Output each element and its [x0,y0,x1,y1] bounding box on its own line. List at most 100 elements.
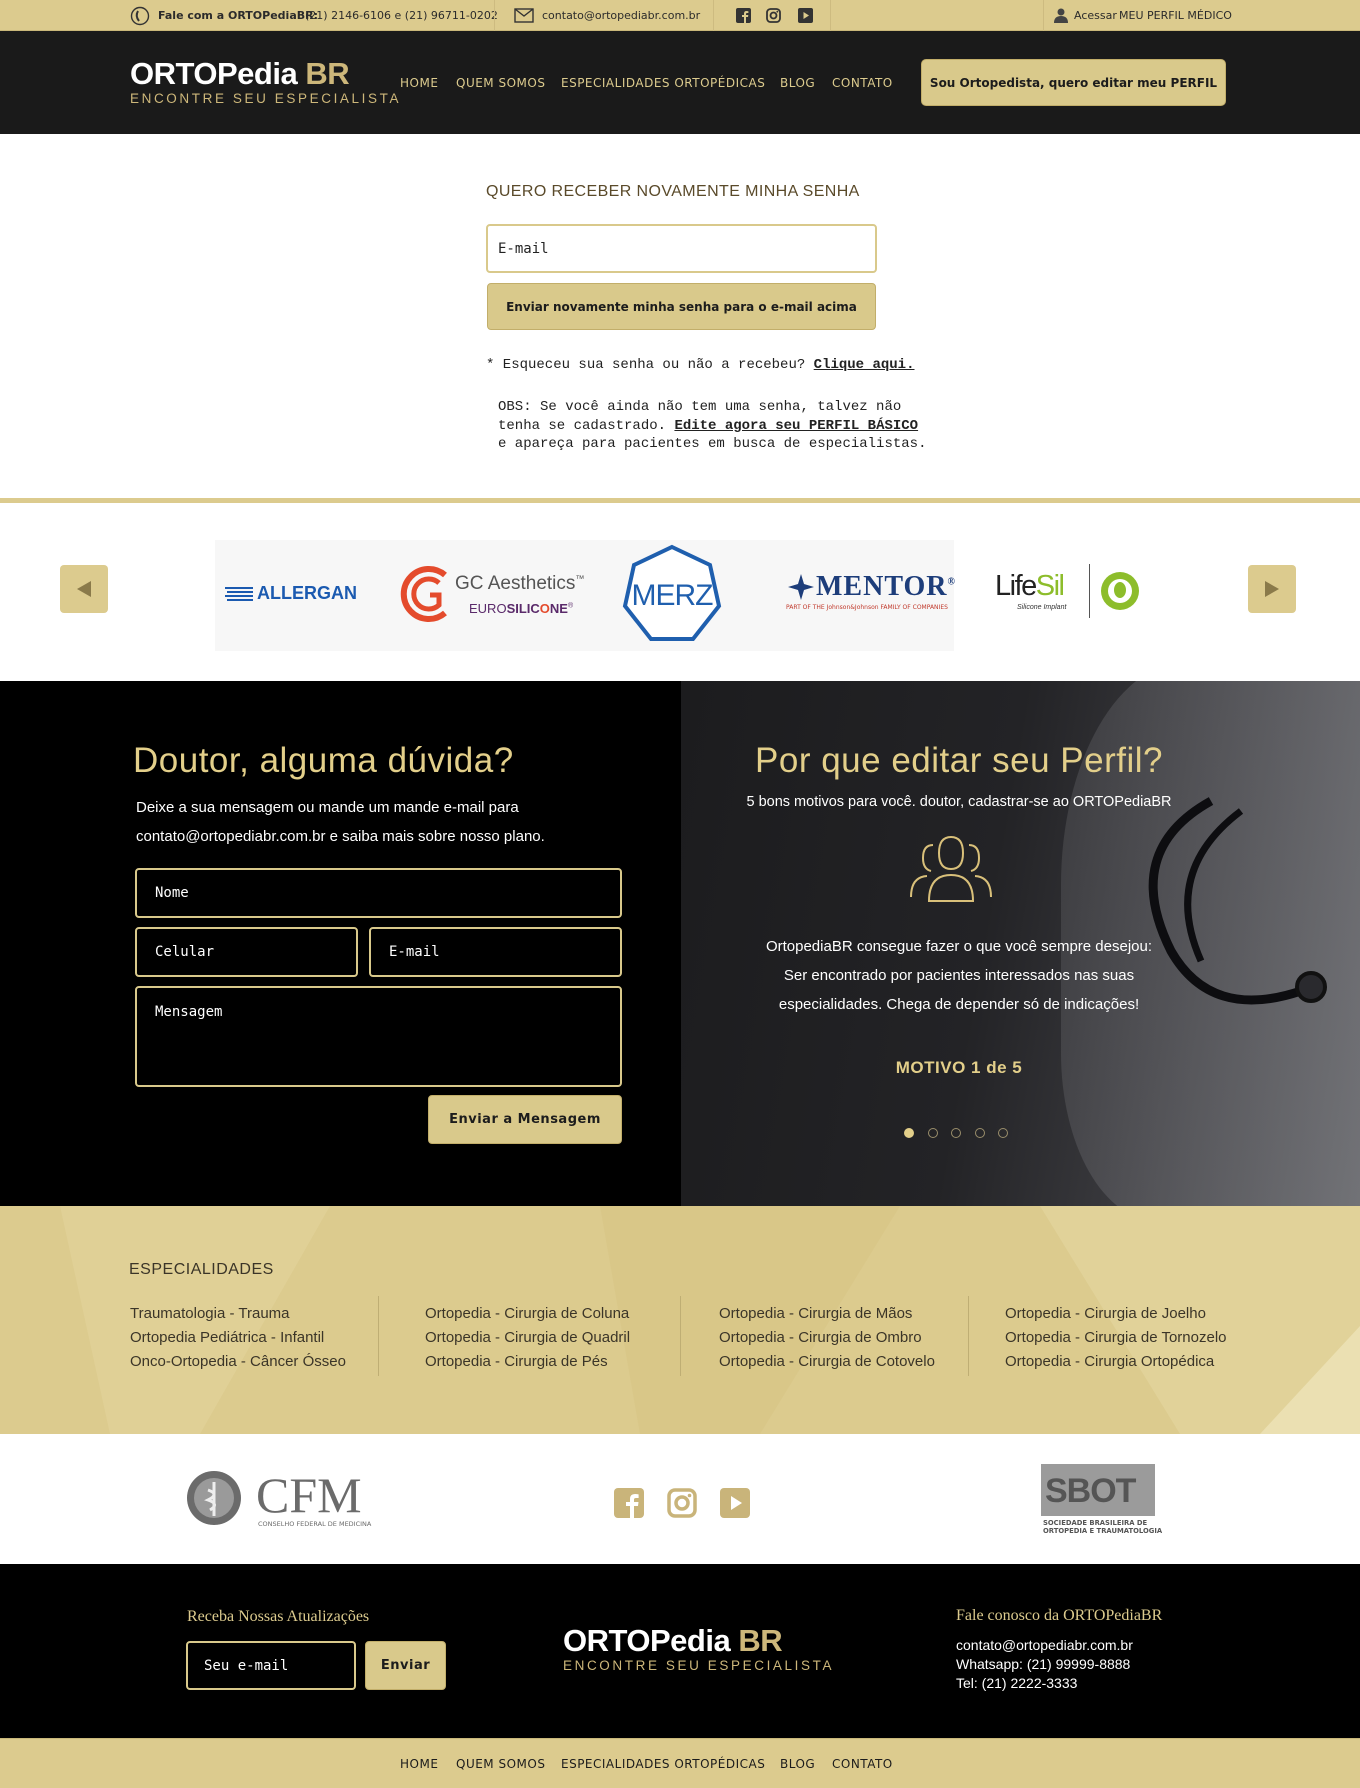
specialties-title: ESPECIALIDADES [129,1261,274,1278]
specialty-link[interactable]: Ortopedia - Cirurgia de Joelho [1005,1302,1227,1326]
specialty-link[interactable]: Onco-Ortopedia - Câncer Ósseo [130,1350,346,1374]
footer: Receba Nossas Atualizações Seu e-mail En… [0,1564,1360,1738]
phone-input[interactable]: Celular [135,927,358,977]
name-input[interactable]: Nome [135,868,622,918]
arrow-right-icon [1265,581,1279,597]
arrow-left-icon [77,581,91,597]
recover-title: QUERO RECEBER NOVAMENTE MINHA SENHA [486,183,860,200]
obs-note: OBS: Se você ainda não tem uma senha, ta… [498,399,927,452]
footer-nav-contato[interactable]: CONTATO [832,1757,893,1771]
lifesil-logo[interactable]: LifeSil Silicone Implant [985,550,1153,632]
instagram-icon[interactable] [667,1488,697,1518]
footer-email[interactable]: contato@ortopediabr.com.br [956,1636,1133,1655]
lifesil-mark-icon [1101,572,1139,610]
access-label[interactable]: Acessar [1074,9,1117,22]
forgot-password-text: * Esqueceu sua senha ou não a recebeu? C… [486,357,915,373]
specialty-link[interactable]: Ortopedia - Cirurgia de Tornozelo [1005,1326,1227,1350]
specialty-link[interactable]: Ortopedia - Cirurgia de Mãos [719,1302,935,1326]
footer-nav-especialidades[interactable]: ESPECIALIDADES ORTOPÉDICAS [561,1757,765,1771]
user-icon [1054,8,1068,23]
gold-divider [0,498,1360,503]
footer-nav-blog[interactable]: BLOG [780,1757,815,1771]
footer-logo[interactable]: ORTOPedia BR ENCONTRE SEU ESPECIALISTA [563,1623,834,1673]
column-divider [968,1296,969,1376]
merz-logo[interactable]: MERZ [619,543,725,649]
carousel-next-button[interactable] [1248,565,1296,613]
sbot-logo[interactable]: SBOT SOCIEDADE BRASILEIRA DE ORTOPEDIA E… [1041,1464,1162,1540]
contact-intro: Deixe a sua mensagem ou mande um mande e… [136,799,545,845]
column-divider [378,1296,379,1376]
divider [830,0,831,31]
my-profile-link[interactable]: MEU PERFIL MÉDICO [1119,9,1232,22]
specialty-link[interactable]: Ortopedia - Cirurgia de Coluna [425,1302,630,1326]
contact-label: Fale com a ORTOPediaBR: [158,9,318,22]
newsletter-title: Receba Nossas Atualizações [187,1608,370,1625]
mail-icon [514,8,534,23]
divider [1043,0,1044,31]
forgot-password-link[interactable]: Clique aqui. [814,357,915,373]
youtube-icon[interactable] [720,1488,750,1518]
email-input[interactable]: E-mail [369,927,622,977]
motivo-counter: MOTIVO 1 de 5 [895,1058,1023,1077]
nav-blog[interactable]: BLOG [780,76,815,90]
edit-profile-cta-button[interactable]: Sou Ortopedista, quero editar meu PERFIL [921,59,1226,106]
specialty-link[interactable]: Traumatologia - Trauma [130,1302,346,1326]
footer-tel: Tel: (21) 2222-3333 [956,1675,1078,1691]
footer-nav: HOME QUEM SOMOS ESPECIALIDADES ORTOPÉDIC… [0,1738,1360,1788]
send-message-button[interactable]: Enviar a Mensagem [428,1095,622,1144]
nav-home[interactable]: HOME [400,76,438,90]
footer-contact-info: contato@ortopediabr.com.br Whatsapp: (21… [956,1636,1133,1693]
contact-phones: (21) 2146-6106 e (21) 96711-0202 [305,9,498,22]
mentor-star-icon [788,574,814,600]
specialties-column: Ortopedia - Cirurgia de Coluna Ortopedia… [425,1302,630,1374]
specialty-link[interactable]: Ortopedia - Cirurgia de Ombro [719,1326,935,1350]
column-divider [680,1296,681,1376]
facebook-icon[interactable] [614,1488,644,1518]
specialty-link[interactable]: Ortopedia - Cirurgia de Pés [425,1350,630,1374]
instagram-icon[interactable] [766,8,781,23]
social-links [614,1488,750,1518]
message-textarea[interactable]: Mensagem [135,986,622,1087]
newsletter-email-input[interactable]: Seu e-mail [186,1641,356,1690]
slider-dot-3[interactable] [951,1128,961,1138]
contact-panel: Doutor, alguma dúvida? Deixe a sua mensa… [0,681,681,1206]
site-logo[interactable]: ORTOPedia BR ENCONTRE SEU ESPECIALISTA [130,56,401,106]
footer-nav-quem-somos[interactable]: QUEM SOMOS [456,1757,545,1771]
partners-carousel: ALLERGAN GC Aesthetics™ EUROSILICONE® ME… [215,540,1153,651]
nav-quem-somos[interactable]: QUEM SOMOS [456,76,545,90]
slider-dot-4[interactable] [974,1128,985,1138]
edit-basic-profile-link[interactable]: Edite agora seu PERFIL BÁSICO [674,418,918,434]
slider-dot-1[interactable] [904,1128,914,1138]
site-header: ORTOPedia BR ENCONTRE SEU ESPECIALISTA H… [0,31,1360,134]
users-group-icon [910,835,992,902]
contact-email-link[interactable]: contato@ortopediabr.com.br [542,9,700,22]
recover-submit-button[interactable]: Enviar novamente minha senha para o e-ma… [487,283,876,330]
phone-icon [130,6,150,26]
facebook-icon[interactable] [736,8,751,23]
footer-whatsapp: Whatsapp: (21) 99999-8888 [956,1656,1131,1672]
cfm-emblem-icon [187,1471,241,1525]
allergan-mark-icon [225,586,253,601]
footer-contact-title: Fale conosco da ORTOPediaBR [956,1607,1163,1624]
why-title: Por que editar seu Perfil? [755,741,1163,780]
top-bar: Fale com a ORTOPediaBR: (21) 2146-6106 e… [0,0,1360,31]
allergan-logo[interactable]: ALLERGAN [225,583,357,604]
specialties-column: Traumatologia - Trauma Ortopedia Pediátr… [130,1302,346,1374]
slider-dot-5[interactable] [998,1128,1008,1138]
specialty-link[interactable]: Ortopedia Pediátrica - Infantil [130,1326,346,1350]
specialties-column: Ortopedia - Cirurgia de Joelho Ortopedia… [1005,1302,1227,1374]
why-subtitle: 5 bons motivos para você. doutor, cadast… [746,794,1172,810]
nav-contato[interactable]: CONTATO [832,76,893,90]
slider-dots [904,1128,1008,1138]
footer-nav-home[interactable]: HOME [400,1757,438,1771]
carousel-prev-button[interactable] [60,565,108,613]
recover-email-input[interactable]: E-mail [486,224,877,273]
nav-especialidades[interactable]: ESPECIALIDADES ORTOPÉDICAS [561,76,765,90]
specialty-link[interactable]: Ortopedia - Cirurgia Ortopédica [1005,1350,1227,1374]
specialty-link[interactable]: Ortopedia - Cirurgia de Cotovelo [719,1350,935,1374]
specialty-link[interactable]: Ortopedia - Cirurgia de Quadril [425,1326,630,1350]
slider-dot-2[interactable] [927,1128,938,1138]
newsletter-submit-button[interactable]: Enviar [365,1641,446,1690]
why-body: OrtopediaBR consegue fazer o que você se… [765,938,1153,1013]
youtube-icon[interactable] [798,8,813,23]
